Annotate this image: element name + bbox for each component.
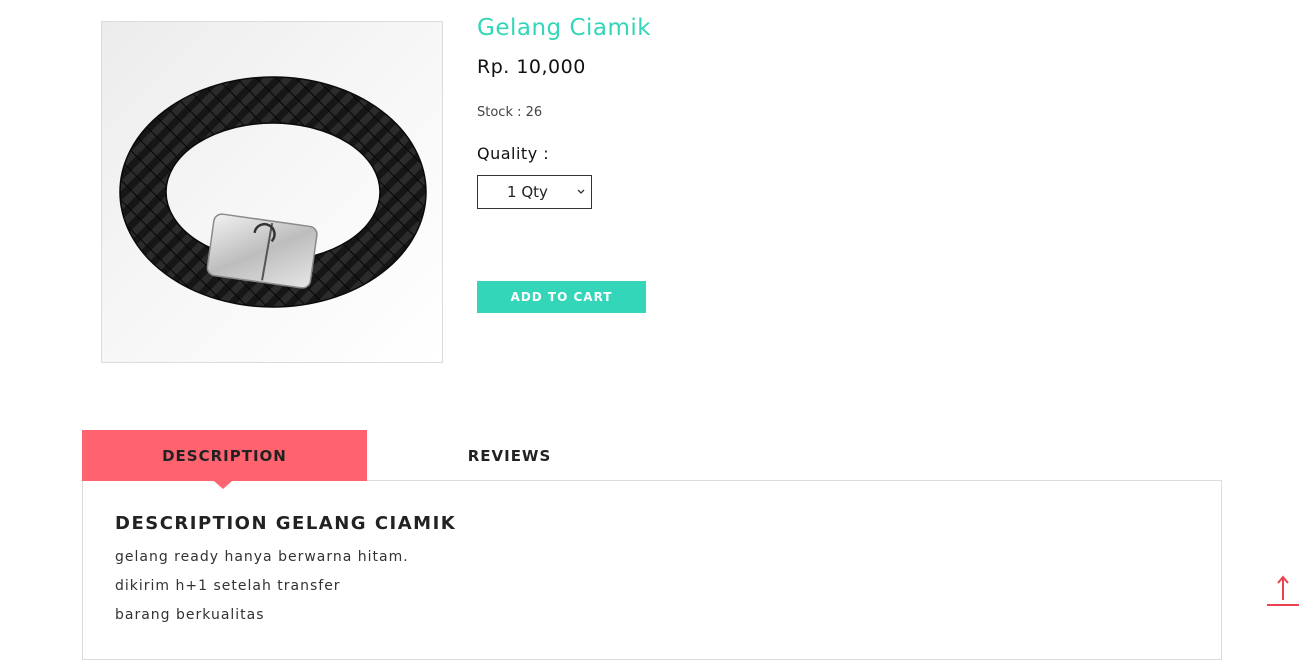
description-line: barang berkualitas — [115, 607, 265, 623]
tab-content-panel — [82, 480, 1222, 660]
tab-description[interactable]: DESCRIPTION — [82, 430, 367, 489]
tab-description-label: DESCRIPTION — [162, 446, 287, 465]
description-heading: DESCRIPTION GELANG CIAMIK — [115, 513, 457, 534]
description-line: dikirim h+1 setelah transfer — [115, 578, 341, 594]
arrow-up-icon — [1267, 575, 1299, 606]
leather-bracelet-image — [119, 76, 427, 308]
add-to-cart-button[interactable]: ADD TO CART — [477, 281, 646, 313]
quantity-label: Quality : — [477, 144, 550, 163]
description-line: gelang ready hanya berwarna hitam. — [115, 549, 409, 565]
quantity-select[interactable]: 1 Qty — [477, 175, 592, 209]
quantity-select-value: 1 Qty — [507, 183, 548, 201]
tab-reviews-label: REVIEWS — [467, 446, 552, 465]
stock-count: Stock : 26 — [477, 105, 543, 120]
active-tab-pointer — [214, 481, 232, 489]
product-image — [101, 21, 443, 363]
product-price: Rp. 10,000 — [477, 56, 586, 78]
tab-reviews[interactable]: REVIEWS — [367, 430, 652, 481]
scroll-to-top-button[interactable] — [1266, 574, 1300, 608]
chevron-down-icon — [577, 189, 585, 194]
product-title: Gelang Ciamik — [477, 15, 652, 41]
